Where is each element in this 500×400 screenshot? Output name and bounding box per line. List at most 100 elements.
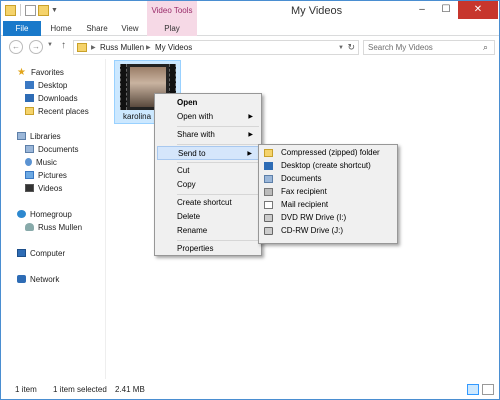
nav-russ-mullen[interactable]: Russ Mullen: [25, 222, 82, 233]
refresh-icon[interactable]: ↻: [347, 41, 355, 53]
submenu-label: Desktop (create shortcut): [281, 161, 371, 170]
submenu-label: CD-RW Drive (J:): [281, 226, 344, 235]
videos-icon: [25, 184, 34, 192]
back-arrow-icon[interactable]: ←: [9, 40, 23, 54]
nav-music[interactable]: Music: [25, 157, 57, 168]
dvd-drive-icon: [264, 214, 273, 222]
zip-folder-icon: [264, 149, 273, 157]
toolbar-divider: [20, 4, 21, 16]
menu-item-share-with[interactable]: Share with ▶: [157, 128, 259, 142]
nav-downloads[interactable]: Downloads: [25, 93, 78, 104]
menu-item-cut[interactable]: Cut: [157, 164, 259, 178]
address-row: ← → ▼ ↑ ▶ Russ Mullen ▶ My Videos ▼ ↻ ⌕: [1, 37, 499, 57]
tab-file[interactable]: File: [3, 21, 41, 36]
minimize-button[interactable]: –: [410, 1, 434, 19]
chevron-down-icon[interactable]: ▼: [338, 42, 344, 54]
menu-item-properties[interactable]: Properties: [157, 242, 259, 256]
send-to-fax-recipient[interactable]: Fax recipient: [261, 186, 395, 198]
title-bar[interactable]: ▼ Video Tools My Videos – ☐ ✕: [1, 1, 499, 21]
nav-label: Downloads: [38, 94, 78, 103]
explorer-window: ▼ Video Tools My Videos – ☐ ✕ File Home …: [0, 0, 500, 400]
submenu-label: Mail recipient: [281, 200, 329, 209]
tab-play[interactable]: Play: [147, 21, 197, 36]
nav-desktop[interactable]: Desktop: [25, 80, 67, 91]
menu-divider: [177, 240, 259, 241]
user-icon: [25, 223, 34, 231]
folder-icon: [77, 43, 87, 52]
menu-item-copy[interactable]: Copy: [157, 178, 259, 192]
maximize-button[interactable]: ☐: [434, 1, 458, 19]
chevron-right-icon[interactable]: ▶: [91, 42, 96, 54]
send-to-compressed-folder[interactable]: Compressed (zipped) folder: [261, 147, 395, 159]
ribbon-tabs: File Home Share View Play: [1, 21, 499, 36]
nav-label: Recent places: [38, 107, 89, 116]
chevron-right-icon[interactable]: ▶: [146, 42, 151, 54]
details-view-icon[interactable]: [467, 384, 479, 395]
menu-item-send-to[interactable]: Send to ▶: [157, 146, 259, 160]
breadcrumb-my-videos[interactable]: My Videos: [155, 42, 192, 54]
menu-divider: [177, 194, 259, 195]
forward-arrow-icon[interactable]: →: [29, 40, 43, 54]
music-icon: [25, 158, 32, 166]
menu-item-open-with[interactable]: Open with ▶: [157, 110, 259, 124]
menu-item-delete[interactable]: Delete: [157, 210, 259, 224]
menu-item-open[interactable]: Open: [157, 96, 259, 110]
nav-label: Computer: [30, 249, 66, 258]
mail-icon: [264, 201, 273, 209]
nav-label: Homegroup: [30, 210, 72, 219]
item-count: 1 item: [15, 385, 37, 394]
nav-recent-places[interactable]: Recent places: [25, 106, 89, 117]
send-to-cd-drive[interactable]: CD-RW Drive (J:): [261, 225, 395, 237]
chevron-down-icon[interactable]: ▼: [51, 7, 58, 14]
search-icon[interactable]: ⌕: [483, 42, 488, 53]
downloads-icon: [25, 94, 34, 102]
up-arrow-icon[interactable]: ↑: [61, 40, 66, 51]
nav-label: Videos: [38, 184, 63, 193]
nav-label: Network: [30, 275, 60, 284]
documents-icon: [25, 145, 34, 153]
cd-drive-icon: [264, 227, 273, 235]
quick-access-toolbar: ▼: [5, 4, 58, 16]
nav-documents[interactable]: Documents: [25, 144, 78, 155]
send-to-dvd-drive[interactable]: DVD RW Drive (I:): [261, 212, 395, 224]
menu-label: Share with: [177, 130, 215, 139]
send-to-documents[interactable]: Documents: [261, 173, 395, 185]
send-to-desktop[interactable]: Desktop (create shortcut): [261, 160, 395, 172]
nav-homegroup[interactable]: Homegroup: [17, 209, 72, 220]
selection-size: 2.41 MB: [115, 385, 145, 394]
nav-computer[interactable]: Computer: [17, 248, 65, 259]
submenu-label: Fax recipient: [281, 187, 327, 196]
chevron-right-icon: ▶: [248, 132, 253, 138]
tab-share[interactable]: Share: [81, 21, 113, 36]
status-bar: 1 item 1 item selected 2.41 MB: [1, 381, 499, 399]
nav-label: Pictures: [38, 171, 67, 180]
recent-locations-icon[interactable]: ▼: [47, 42, 53, 48]
nav-libraries[interactable]: Libraries: [17, 131, 61, 142]
nav-videos[interactable]: Videos: [25, 183, 62, 194]
close-button[interactable]: ✕: [458, 1, 498, 19]
new-folder-icon[interactable]: [38, 4, 49, 16]
menu-item-create-shortcut[interactable]: Create shortcut: [157, 196, 259, 210]
breadcrumb-russ-mullen[interactable]: Russ Mullen: [100, 42, 144, 54]
submenu-label: DVD RW Drive (I:): [281, 213, 347, 222]
tab-home[interactable]: Home: [45, 21, 77, 36]
send-to-mail-recipient[interactable]: Mail recipient: [261, 199, 395, 211]
nav-label: Desktop: [38, 81, 68, 90]
desktop-icon: [264, 162, 273, 170]
search-input[interactable]: [363, 40, 495, 55]
properties-icon[interactable]: [25, 4, 36, 16]
network-icon: [17, 275, 26, 283]
submenu-label: Documents: [281, 174, 322, 183]
nav-network[interactable]: Network: [17, 274, 59, 285]
large-icons-view-icon[interactable]: [482, 384, 494, 395]
context-menu: Open Open with ▶ Share with ▶ Send to ▶ Cut…: [154, 93, 262, 256]
nav-pictures[interactable]: Pictures: [25, 170, 67, 181]
folder-icon[interactable]: [5, 4, 16, 16]
menu-item-rename[interactable]: Rename: [157, 224, 259, 238]
navigation-pane: ★ Favorites Desktop Downloads Recent plac…: [1, 59, 106, 379]
menu-divider: [177, 126, 259, 127]
tab-view[interactable]: View: [115, 21, 145, 36]
nav-favorites[interactable]: ★ Favorites: [17, 67, 64, 78]
computer-icon: [17, 249, 26, 257]
address-bar[interactable]: ▶ Russ Mullen ▶ My Videos ▼ ↻: [73, 40, 359, 55]
